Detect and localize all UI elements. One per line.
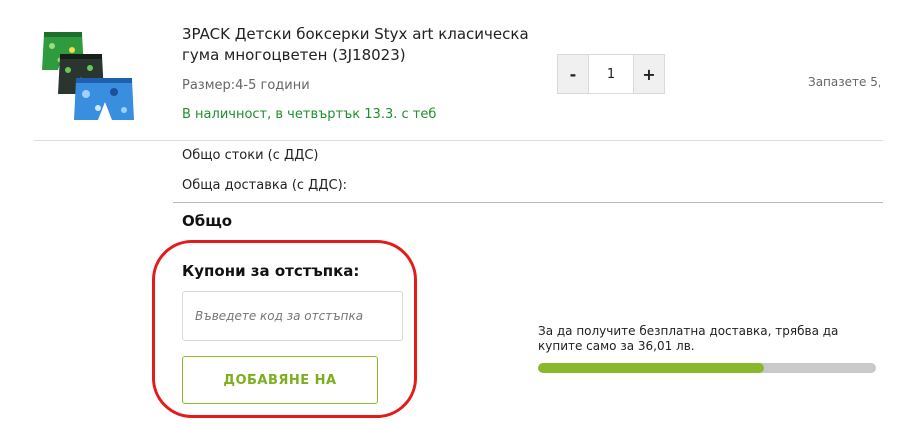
- coupon-heading: Купони за отстъпка:: [182, 262, 360, 280]
- progress-fill: [538, 363, 765, 373]
- savings-text: Запазете 5,: [808, 75, 880, 89]
- add-coupon-button[interactable]: ДОБАВЯНЕ НА: [182, 356, 378, 404]
- goods-total-label: Общо стоки (с ДДС): [182, 148, 319, 163]
- delivery-total-label: Обща доставка (с ДДС):: [182, 178, 348, 193]
- free-shipping-progress-bar: [538, 363, 876, 373]
- grand-total-label: Общо: [182, 212, 233, 230]
- quantity-stepper: - 1 +: [557, 54, 665, 94]
- quantity-value[interactable]: 1: [589, 54, 633, 94]
- decrease-quantity-button[interactable]: -: [557, 54, 589, 94]
- coupon-code-input[interactable]: [182, 291, 403, 341]
- free-shipping-message: За да получите безплатна доставка, трябв…: [538, 324, 839, 353]
- product-image[interactable]: [40, 28, 140, 123]
- product-size: Размер:4-5 години: [182, 78, 310, 93]
- stock-status: В наличност, в четвъртък 13.3. с теб: [182, 107, 437, 122]
- increase-quantity-button[interactable]: +: [633, 54, 665, 94]
- product-title[interactable]: 3PACK Детски боксерки Styx art класическ…: [182, 24, 542, 66]
- divider: [34, 140, 883, 141]
- divider: [173, 202, 883, 203]
